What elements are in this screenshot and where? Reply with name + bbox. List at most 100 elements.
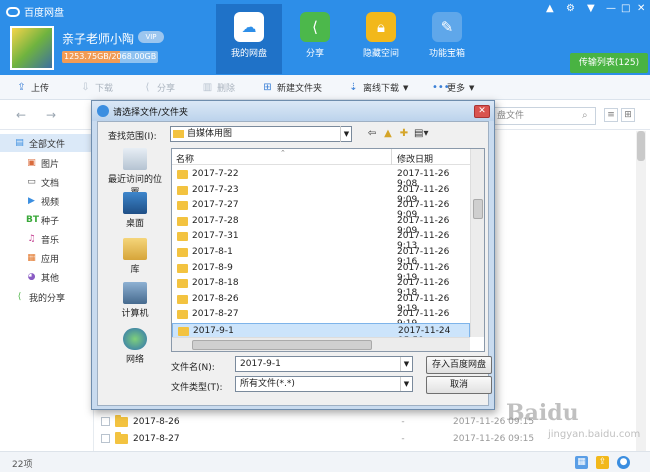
scrollbar-thumb[interactable] — [192, 340, 372, 350]
bell-icon[interactable]: ▲ — [546, 3, 554, 14]
list-item[interactable]: 2017-7-22 2017-11-26 9:08 — [172, 167, 470, 189]
nav-toolbox[interactable]: ✎ 功能宝箱 — [414, 4, 480, 74]
list-item[interactable]: 2017-8-18 2017-11-26 9:18 — [172, 276, 470, 298]
place-network[interactable]: 网络 — [104, 328, 166, 365]
list-item[interactable]: 2017-8-9 2017-11-26 9:19 — [172, 261, 470, 283]
vip-badge[interactable]: VIP — [138, 31, 164, 43]
select-file-dialog: 请选择文件/文件夹 ✕ 查找范围(I): 自媒体用图 ▼ ⇦ ▲ ✚ ▤▾ 最近… — [91, 100, 495, 410]
app-brand: 百度网盘 — [6, 4, 64, 19]
place-computer[interactable]: 计算机 — [104, 282, 166, 319]
column-divider[interactable] — [391, 149, 392, 165]
main-scrollbar[interactable] — [636, 131, 646, 451]
filetype-value: 所有文件(*.*) — [240, 379, 295, 389]
upload-status-icon[interactable]: ⇪ — [596, 456, 609, 469]
row-checkbox[interactable] — [101, 417, 110, 426]
sidebar-item-videos[interactable]: ▶ 视频 — [0, 192, 94, 210]
up-folder-icon[interactable]: ▲ — [382, 128, 394, 140]
sidebar-item-other[interactable]: ◕ 其他 — [0, 268, 94, 286]
new-folder-icon[interactable]: ✚ — [398, 128, 410, 140]
sidebar-item-documents[interactable]: ▭ 文档 — [0, 173, 94, 191]
status-bar: 22项 ▦ ⇪ ● — [0, 451, 650, 472]
sidebar-item-all-files[interactable]: ▤ 全部文件 — [0, 134, 94, 152]
sidebar-item-music[interactable]: ♫ 音乐 — [0, 230, 94, 248]
sidebar-item-images[interactable]: ▣ 图片 — [0, 154, 94, 172]
list-item[interactable]: 2017-8-1 2017-11-26 9:16 — [172, 245, 470, 267]
close-icon[interactable]: ✕ — [637, 3, 645, 14]
more-button[interactable]: ••• 更多 ▼ — [432, 81, 474, 94]
dialog-close-button[interactable]: ✕ — [474, 105, 490, 118]
avatar[interactable] — [10, 26, 54, 70]
cloud-logo-icon — [6, 6, 20, 17]
row-checkbox[interactable] — [101, 434, 110, 443]
file-name: 2017-8-26 — [192, 293, 239, 304]
chevron-down-icon[interactable]: ▼ — [340, 126, 352, 142]
place-recent[interactable]: 最近访问的位置 — [104, 148, 166, 198]
filetype-select[interactable]: 所有文件(*.*) ▼ — [235, 376, 413, 392]
back-arrow-icon[interactable]: ← — [16, 108, 26, 122]
offline-download-button[interactable]: ⇣ 离线下载 ▼ — [348, 81, 408, 94]
list-item[interactable]: 2017-9-12017-11-24 15:59 — [172, 323, 470, 346]
username[interactable]: 亲子老师小陶 — [62, 30, 134, 47]
share-label: 分享 — [157, 84, 176, 94]
col-name-header[interactable]: 名称 — [176, 152, 194, 165]
cancel-button[interactable]: 取消 — [426, 376, 492, 394]
nav-hidden-space[interactable]: 🔒︎ 隐藏空间 — [348, 4, 414, 74]
download-button[interactable]: ⇩ 下载 — [80, 81, 113, 94]
file-list-hscroll[interactable] — [172, 337, 470, 351]
filename-input[interactable]: 2017-9-1 ▼ — [235, 356, 413, 372]
list-item[interactable]: 2017-7-23 2017-11-26 9:09 — [172, 183, 470, 205]
maximize-icon[interactable]: □ — [621, 3, 630, 14]
grid-view-icon[interactable]: ⊞ — [621, 108, 635, 122]
lookin-select[interactable]: 自媒体用图 — [170, 126, 352, 142]
file-list-vscroll[interactable] — [470, 149, 484, 337]
minimize-icon[interactable]: — — [606, 3, 616, 14]
dialog-file-list: 名称 ⌃ 修改日期 2017-7-22 2017-11-26 9:08 2017-7… — [171, 148, 485, 352]
sidebar-item-torrents[interactable]: BT 种子 — [0, 211, 94, 229]
nav-share[interactable]: ⟨ 分享 — [282, 4, 348, 74]
forward-arrow-icon[interactable]: → — [46, 108, 56, 122]
list-view-icon[interactable]: ≡ — [604, 108, 618, 122]
list-item[interactable]: 2017-8-272017-11-26 9:19 — [172, 307, 470, 329]
filetype-label: 文件类型(T): — [171, 383, 223, 393]
dialog-title-bar[interactable]: 请选择文件/文件夹 ✕ — [92, 101, 494, 121]
chevron-down-icon[interactable]: ▼ — [400, 357, 412, 371]
list-item[interactable]: 2017-7-27 2017-11-26 9:09 — [172, 198, 470, 220]
sidebar-item-label: 种子 — [41, 216, 60, 227]
lock-icon[interactable]: ● — [617, 456, 630, 469]
scrollbar-thumb[interactable] — [637, 131, 645, 161]
delete-label: 删除 — [217, 84, 236, 94]
sidebar-item-my-shares[interactable]: ⟨ 我的分享 — [0, 288, 94, 306]
search-icon[interactable]: ⌕ — [582, 110, 588, 121]
save-to-netdisk-button[interactable]: 存入百度网盘 — [426, 356, 492, 374]
places-bar: 最近访问的位置 桌面 库 计算机 网络 — [104, 148, 166, 365]
col-modified-header[interactable]: 修改日期 — [397, 152, 433, 165]
settings-icon[interactable]: ⚙ — [566, 3, 575, 14]
list-item[interactable]: 2017-7-28 2017-11-26 9:09 — [172, 214, 470, 236]
list-item[interactable]: 2017-7-31 2017-11-26 9:13 — [172, 229, 470, 251]
back-icon[interactable]: ⇦ — [366, 128, 378, 140]
scrollbar-thumb[interactable] — [473, 199, 483, 219]
menu-icon[interactable]: ▼ — [587, 3, 595, 14]
app-icon: ▦ — [27, 253, 36, 263]
document-icon: ▭ — [27, 177, 36, 187]
new-folder-icon: ⊞ — [263, 82, 272, 93]
share-button[interactable]: ⟨ 分享 — [142, 81, 175, 94]
view-menu-icon[interactable]: ▤▾ — [414, 128, 428, 140]
delete-button[interactable]: ▥ 删除 — [202, 81, 235, 94]
chevron-down-icon[interactable]: ▼ — [400, 377, 412, 391]
folder-icon — [177, 294, 188, 304]
folder-icon — [115, 414, 128, 427]
nav-label: 我的网盘 — [230, 49, 267, 59]
list-item[interactable]: 2017-8-26 2017-11-26 9:19 — [172, 292, 470, 314]
grid-icon[interactable]: ▦ — [575, 456, 588, 469]
desktop-icon — [123, 192, 147, 214]
folder-icon — [177, 201, 188, 211]
upload-button[interactable]: ⇪ 上传 — [16, 81, 49, 94]
place-libraries[interactable]: 库 — [104, 238, 166, 275]
nav-my-disk[interactable]: ☁ 我的网盘 — [216, 4, 282, 74]
new-folder-button[interactable]: ⊞ 新建文件夹 — [262, 81, 322, 94]
search-input[interactable]: 盘文件 — [492, 107, 596, 125]
place-desktop[interactable]: 桌面 — [104, 192, 166, 229]
transfer-list-button[interactable]: 传输列表(125) — [570, 53, 648, 73]
sidebar-item-apps[interactable]: ▦ 应用 — [0, 249, 94, 267]
